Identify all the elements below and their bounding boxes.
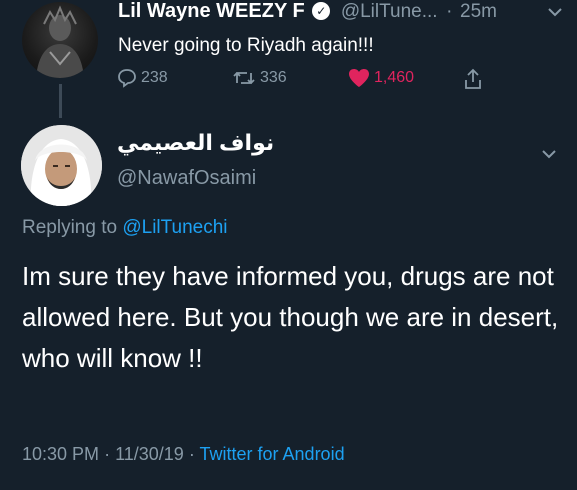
tweet2-text: Im sure they have informed you, drugs ar… [22,261,559,373]
tweet2-footer: 10:30 PM · 11/30/19 · Twitter for Androi… [22,444,345,465]
tweet1-text: Never going to Riyadh again!!! [118,35,374,56]
lilwayne-avatar[interactable] [22,2,98,78]
reply-count: 238 [141,69,168,86]
verified-badge-icon: ✓ [312,2,331,20]
retweet-button[interactable]: 336 [232,68,287,88]
reply-icon [117,68,137,88]
retweet-icon [232,68,256,88]
chevron-down-icon[interactable] [548,4,562,22]
footer-separator: · [188,444,195,464]
replying-to-label: Replying to [22,217,118,238]
retweet-count: 336 [260,69,287,86]
share-icon [463,68,483,90]
heart-icon [348,68,370,88]
footer-separator: · [104,444,111,464]
replying-to-mention[interactable]: @LilTunechi [122,217,227,238]
nawaf-avatar[interactable] [21,125,102,206]
like-count: 1,460 [374,69,415,86]
chevron-down-icon[interactable] [542,146,556,164]
tweet1-actions: 238 336 1,460 [0,68,577,94]
tweet1-time[interactable]: 25m [460,1,497,22]
tweet2-time[interactable]: 10:30 PM [22,444,99,464]
tweet1-separator: · [446,1,453,22]
tweet2-handle[interactable]: @NawafOsaimi [117,167,256,190]
tweet2-source[interactable]: Twitter for Android [200,444,345,464]
tweet1-display-name[interactable]: Lil Wayne WEEZY F [118,0,305,22]
replying-to-line: Replying to @LilTunechi [22,217,228,239]
share-button[interactable] [463,68,483,90]
reply-button[interactable]: 238 [117,68,168,88]
tweet2-display-name[interactable]: نواف العصيمي [117,130,274,156]
tweet1-handle[interactable]: @LilTune... [341,1,438,22]
like-button[interactable]: 1,460 [348,68,414,88]
tweet1-header: Lil Wayne WEEZY F ✓ @LilTune... · 25m [118,0,497,23]
tweet2-date[interactable]: 11/30/19 [115,444,184,464]
